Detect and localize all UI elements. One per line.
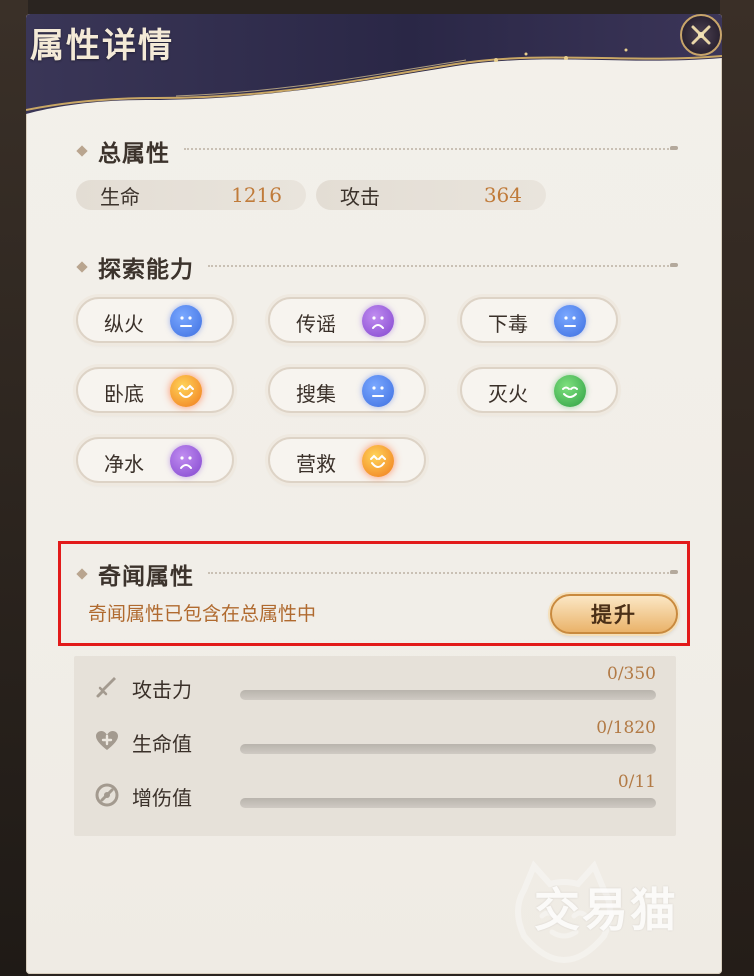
ability-poison[interactable]: 下毒 (460, 297, 618, 343)
ability-extinguish[interactable]: 灭火 (460, 367, 618, 413)
divider-end (670, 146, 678, 150)
neutral-face-icon (170, 305, 202, 337)
close-icon (691, 25, 711, 45)
ability-rumor[interactable]: 传谣 (268, 297, 426, 343)
ability-arson[interactable]: 纵火 (76, 297, 234, 343)
progress-track (240, 690, 656, 700)
ability-label: 灭火 (488, 382, 528, 406)
ability-purify-water[interactable]: 净水 (76, 437, 234, 483)
bonus-stats-box: 攻击力 0/350 生命值 0/1820 增伤值 0/11 (74, 656, 676, 836)
ability-rescue[interactable]: 营救 (268, 437, 426, 483)
bonus-stat-value: 0/1820 (596, 718, 656, 738)
sword-icon (96, 677, 116, 698)
stat-label: 攻击 (340, 184, 380, 209)
ability-label: 卧底 (104, 382, 144, 406)
happy-face-icon (170, 375, 202, 407)
smile-face-icon (554, 375, 586, 407)
background-right (720, 0, 754, 976)
ability-undercover[interactable]: 卧底 (76, 367, 234, 413)
section-divider (184, 148, 672, 150)
attribute-detail-panel: 属性详情 总属性 生命 1216 攻击 364 探索能力 纵火 传谣 下毒 卧底… (26, 14, 722, 974)
stat-life: 生命 1216 (76, 180, 306, 210)
progress-track (240, 744, 656, 754)
neutral-face-icon (362, 375, 394, 407)
bonus-stat-label: 生命值 (132, 732, 192, 756)
stat-label: 生命 (100, 184, 140, 209)
background-left (0, 0, 28, 976)
close-button[interactable] (680, 14, 722, 56)
sad-face-icon (170, 445, 202, 477)
section-title: 总属性 (98, 141, 170, 167)
bonus-stat-attack: 攻击力 0/350 (74, 664, 676, 708)
diamond-bullet-icon (76, 145, 88, 157)
bonus-stat-label: 增伤值 (132, 786, 192, 810)
sad-face-icon (362, 305, 394, 337)
watermark-text: 交易猫 (534, 883, 678, 937)
bonus-stat-damage: 增伤值 0/11 (74, 772, 676, 816)
window-title: 属性详情 (30, 26, 174, 66)
diamond-bullet-icon (76, 261, 88, 273)
neutral-face-icon (554, 305, 586, 337)
ability-collect[interactable]: 搜集 (268, 367, 426, 413)
bonus-stat-value: 0/350 (607, 664, 656, 684)
bonus-stat-life: 生命值 0/1820 (74, 718, 676, 762)
rumor-description: 奇闻属性已包含在总属性中 (88, 603, 317, 625)
bonus-stat-value: 0/11 (617, 772, 656, 792)
ability-label: 传谣 (296, 312, 336, 336)
stat-value: 364 (483, 183, 522, 207)
divider-end (670, 263, 678, 267)
section-title: 探索能力 (98, 257, 194, 283)
header-banner: 属性详情 (26, 14, 722, 114)
ability-label: 营救 (296, 452, 336, 476)
section-total-attributes: 总属性 (76, 134, 170, 168)
ability-label: 下毒 (488, 312, 528, 336)
heart-plus-icon (96, 731, 118, 750)
ability-label: 纵火 (104, 312, 144, 336)
bonus-stat-label: 攻击力 (132, 678, 192, 702)
stat-attack: 攻击 364 (316, 180, 546, 210)
progress-track (240, 798, 656, 808)
stat-value: 1216 (231, 183, 282, 207)
section-exploration: 探索能力 (76, 250, 194, 284)
upgrade-button[interactable]: 提升 (550, 594, 678, 634)
damage-boost-icon (95, 783, 119, 807)
ability-label: 搜集 (296, 382, 336, 406)
happy-face-icon (362, 445, 394, 477)
ability-label: 净水 (104, 452, 144, 476)
section-divider (208, 265, 672, 267)
